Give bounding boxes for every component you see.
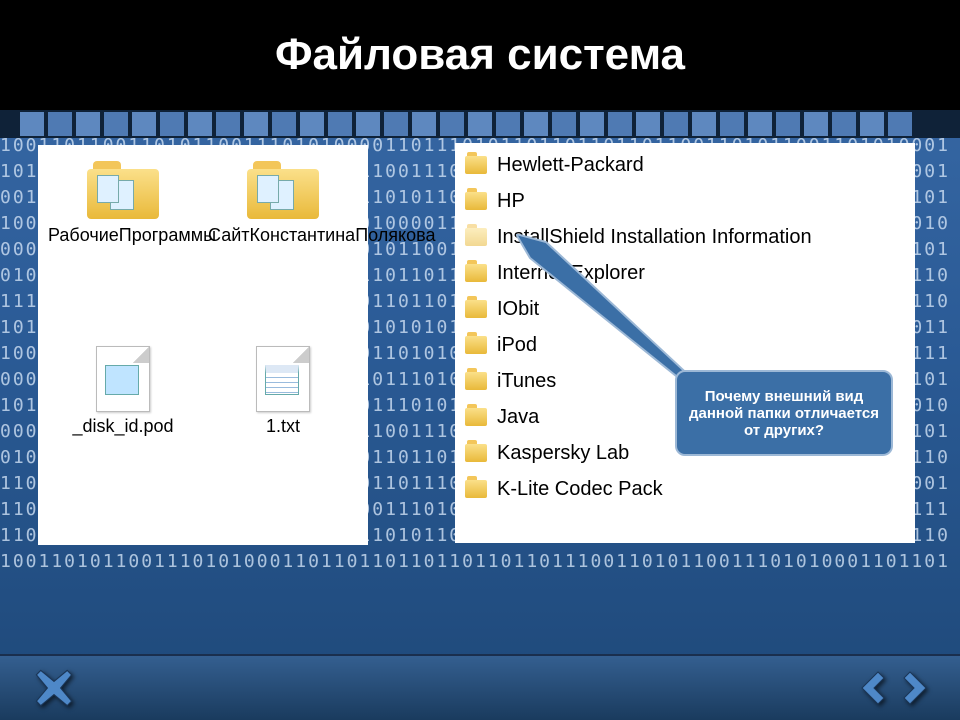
callout-text: Почему внешний вид данной папки отличает… [685,388,883,439]
prev-button[interactable] [850,668,890,708]
footer-bar [0,654,960,720]
folder-item[interactable]: СайтКонстантинаПолякова [208,155,358,344]
folder-icon [465,408,487,426]
folder-icon [465,192,487,210]
icon-label: 1.txt [208,416,358,437]
icon-label: РабочиеПрограммы [48,225,198,246]
callout-arrow [516,234,706,384]
title-bar: Файловая система [0,0,960,110]
folder-icon [465,372,487,390]
folder-icon [465,300,487,318]
folder-icon [465,156,487,174]
folder-label: K-Lite Codec Pack [497,478,663,501]
folder-item[interactable]: РабочиеПрограммы [48,155,198,344]
folder-label: HP [497,190,525,213]
page-title: Файловая система [275,30,685,80]
folder-icon [247,161,319,219]
folder-label: Java [497,406,539,429]
file-item[interactable]: _disk_id.pod [48,344,198,535]
file-item[interactable]: 1.txt [208,344,358,535]
folder-label: Kaspersky Lab [497,442,629,465]
text-file-icon [256,346,310,412]
folder-icon [465,336,487,354]
folder-icon [465,264,487,282]
callout-box: Почему внешний вид данной папки отличает… [675,370,893,456]
folder-label: Hewlett-Packard [497,154,644,177]
folder-icon [465,444,487,462]
large-icons-panel: РабочиеПрограммы СайтКонстантинаПолякова… [38,145,368,545]
file-icon [96,346,150,412]
folder-icon [465,480,487,498]
film-strip-top [0,110,960,138]
folder-icon-hidden [465,228,487,246]
next-button[interactable] [898,668,938,708]
icon-label: СайтКонстантинаПолякова [208,225,358,246]
icon-label: _disk_id.pod [48,416,198,437]
list-row[interactable]: Hewlett-Packard [465,147,905,183]
list-row[interactable]: K-Lite Codec Pack [465,471,905,507]
close-button[interactable] [32,666,76,710]
list-row[interactable]: HP [465,183,905,219]
folder-icon [87,161,159,219]
